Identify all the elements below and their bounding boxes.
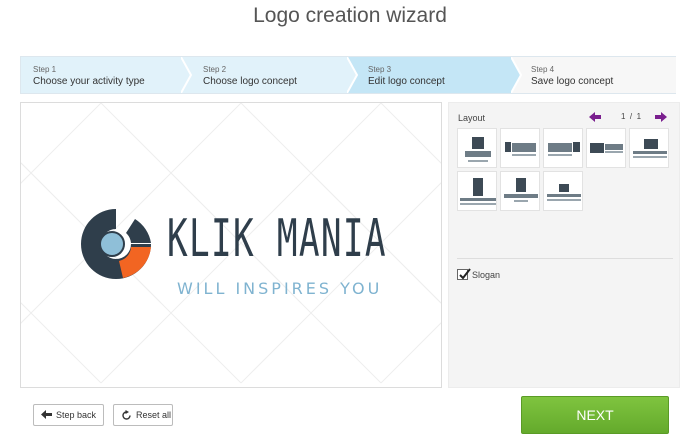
step-1-number: Step 1 [33, 65, 57, 74]
layout-pager: 1 / 1 [589, 112, 669, 124]
next-button[interactable]: NEXT [521, 396, 669, 434]
step-separator-icon [511, 57, 525, 93]
reset-all-label: Reset all [136, 410, 172, 420]
step-2-number: Step 2 [203, 65, 227, 74]
slogan-checkbox[interactable] [457, 268, 471, 280]
steps-bar: Step 1 Choose your activity type Step 2 … [20, 56, 676, 94]
logo-preview: KLIK MANIA WILL INSPIRES YOU [20, 102, 442, 388]
reset-all-button[interactable]: Reset all [113, 404, 173, 426]
wizard-page: Logo creation wizard Step 1 Choose your … [0, 0, 700, 446]
step-4-label: Save logo concept [531, 76, 614, 87]
layout-panel: Layout 1 / 1 Slogan [448, 102, 680, 388]
layout-option-3[interactable] [543, 128, 583, 168]
layout-option-5[interactable] [629, 128, 669, 168]
step-3[interactable]: Step 3 Edit logo concept [356, 57, 521, 93]
arrow-left-icon[interactable] [589, 112, 601, 122]
logo-symbol-icon [81, 209, 151, 279]
layout-option-2[interactable] [500, 128, 540, 168]
layout-option-7[interactable] [500, 171, 540, 211]
step-back-label: Step back [56, 410, 97, 420]
page-total: 1 [636, 112, 642, 121]
slogan-label: Slogan [472, 270, 501, 280]
page-title: Logo creation wizard [253, 4, 447, 27]
page-current: 1 [620, 112, 626, 121]
step-separator-icon [181, 57, 195, 93]
panel-divider [457, 258, 673, 259]
layout-option-1[interactable] [457, 128, 497, 168]
layout-label: Layout [458, 113, 486, 123]
page-indicator: 1 / 1 [611, 112, 651, 121]
step-separator-icon [347, 57, 361, 93]
logo-name-text: KLIK MANIA [167, 209, 387, 269]
step-3-label: Edit logo concept [368, 76, 445, 87]
step-1[interactable]: Step 1 Choose your activity type [21, 57, 191, 93]
reset-icon [122, 410, 131, 420]
page-separator: / [629, 112, 633, 121]
layout-option-6[interactable] [457, 171, 497, 211]
step-2-label: Choose logo concept [203, 76, 297, 87]
step-4-number: Step 4 [531, 65, 555, 74]
step-3-number: Step 3 [368, 65, 392, 74]
step-2[interactable]: Step 2 Choose logo concept [191, 57, 356, 93]
logo-slogan-text: WILL INSPIRES YOU [177, 279, 383, 298]
arrow-left-icon [41, 410, 52, 419]
layout-option-4[interactable] [586, 128, 626, 168]
checkmark-icon [459, 268, 471, 280]
step-4[interactable]: Step 4 Save logo concept [521, 57, 676, 93]
layout-option-8[interactable] [543, 171, 583, 211]
step-back-button[interactable]: Step back [33, 404, 104, 426]
arrow-right-icon[interactable] [655, 112, 667, 122]
step-1-label: Choose your activity type [33, 76, 145, 87]
